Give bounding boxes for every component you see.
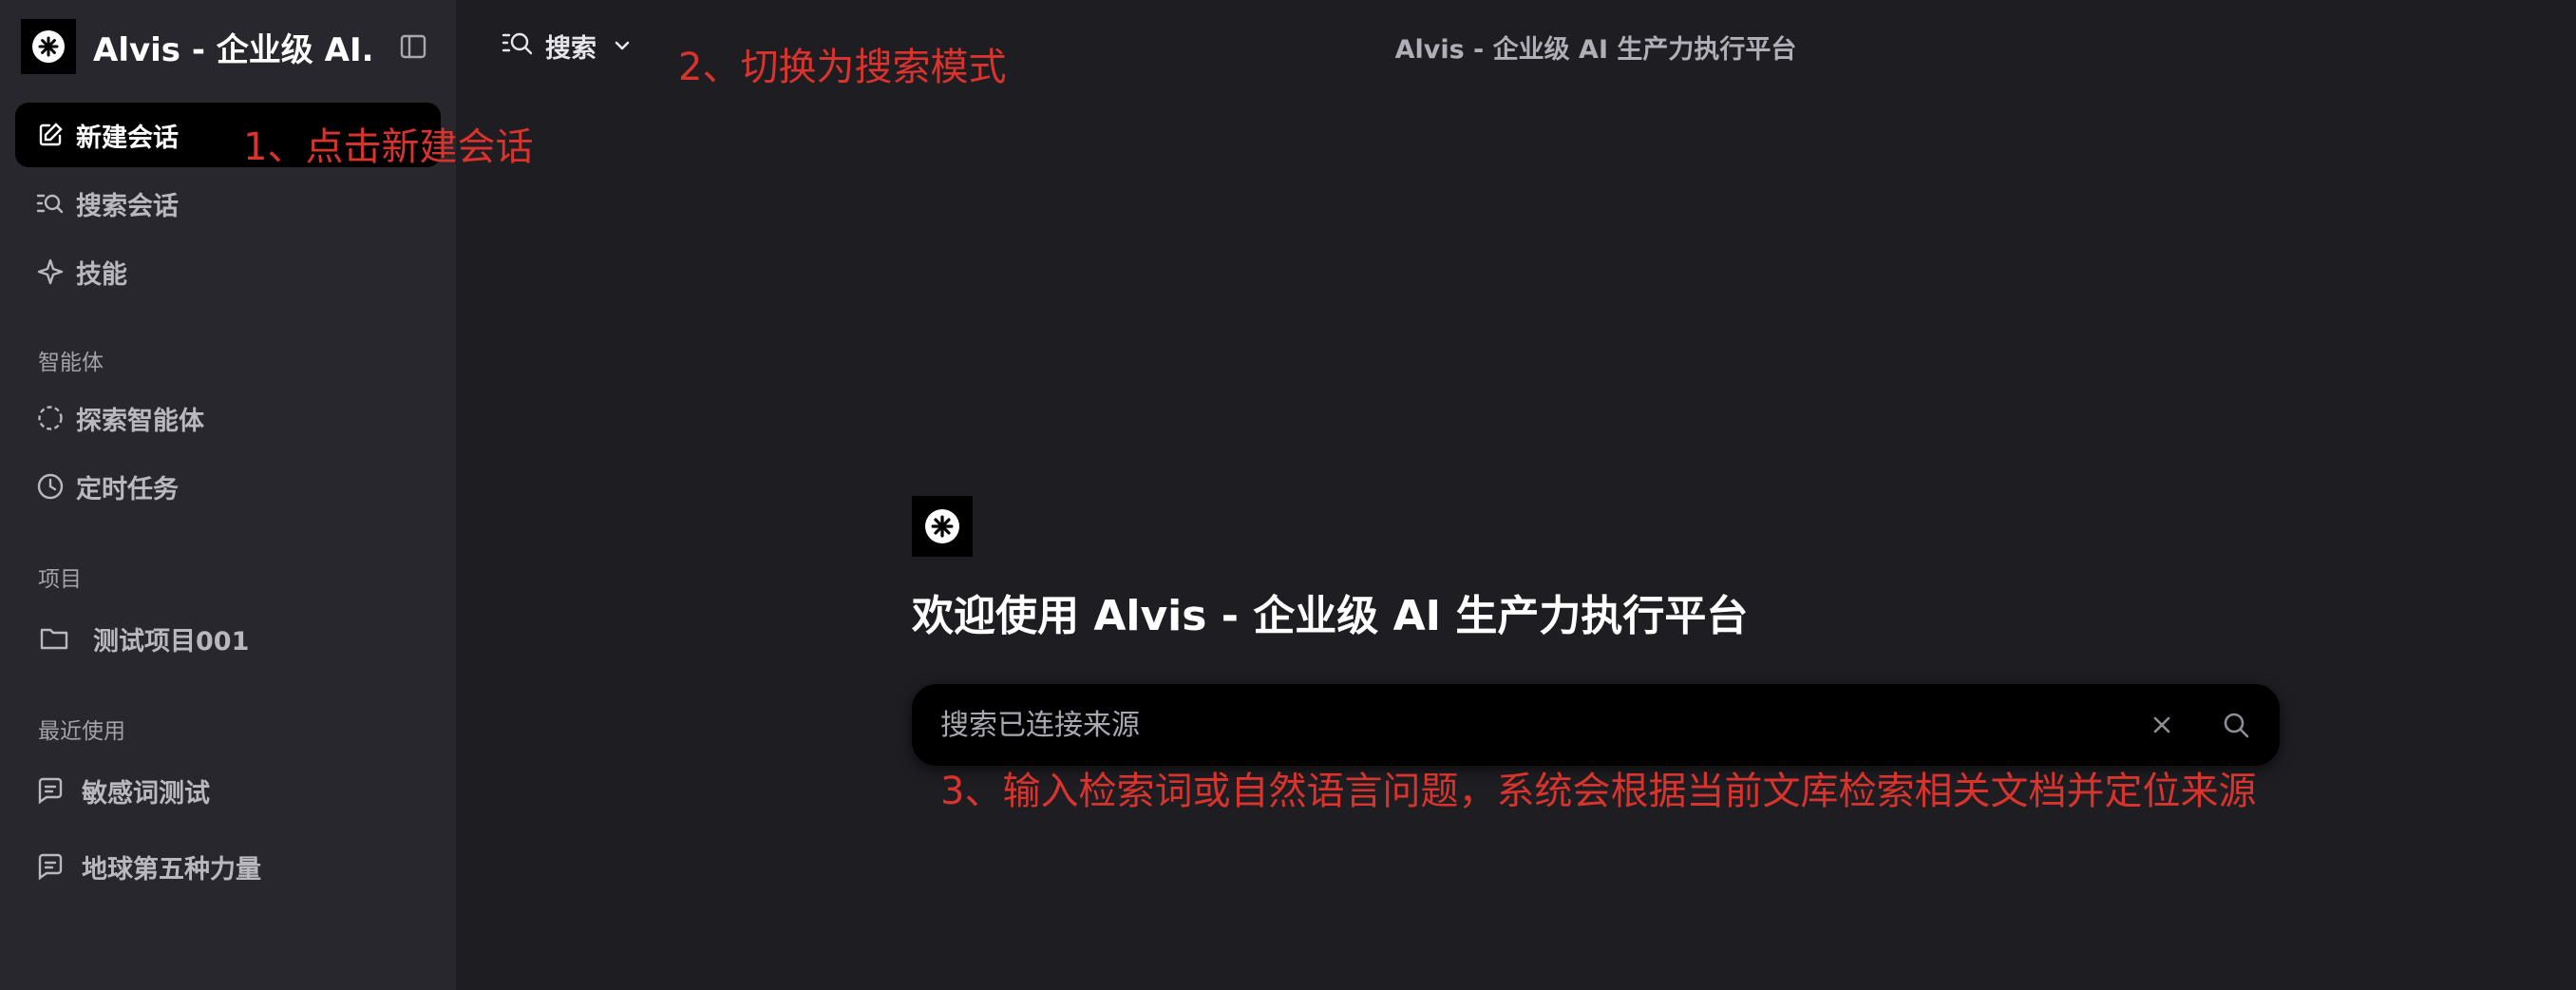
app-window: Alvis - 企业级 AI... 新建会话 搜索会话 技能 智能体 探索智能体… [0, 0, 2576, 990]
search-chats-label: 搜索会话 [76, 191, 179, 221]
recent-section-label: 最近使用 [38, 719, 125, 744]
page-title: Alvis - 企业级 AI 生产力执行平台 [1394, 35, 1797, 65]
agents-section-label: 智能体 [38, 351, 104, 375]
project-item[interactable]: 测试项目001 [15, 606, 441, 671]
search-input[interactable] [940, 708, 2141, 742]
project-item-label: 测试项目001 [93, 626, 250, 657]
annotation-step1: 1、点击新建会话 [243, 125, 534, 169]
list-search-icon [32, 185, 68, 221]
clear-icon[interactable] [2141, 704, 2183, 746]
search-submit-icon[interactable] [2215, 704, 2257, 746]
recent-chat-label: 地球第五种力量 [82, 854, 261, 885]
annotation-step2: 2、切换为搜索模式 [678, 46, 1007, 89]
new-chat-label: 新建会话 [76, 123, 179, 153]
explore-agents-button[interactable]: 探索智能体 [15, 386, 441, 450]
scheduled-tasks-label: 定时任务 [76, 474, 179, 505]
recent-chat-item[interactable]: 敏感词测试 [15, 758, 441, 823]
search-chats-button[interactable]: 搜索会话 [15, 171, 441, 236]
scheduled-tasks-button[interactable]: 定时任务 [15, 454, 441, 519]
mode-switch-dropdown[interactable]: 搜索 [502, 27, 631, 65]
chat-bubble-icon [32, 772, 68, 809]
app-logo-icon [21, 19, 76, 74]
search-box [912, 684, 2280, 766]
folder-icon [36, 620, 72, 657]
sidebar-toggle-icon[interactable] [397, 30, 429, 63]
app-title: Alvis - 企业级 AI... [93, 30, 376, 69]
recent-chat-label: 敏感词测试 [82, 778, 210, 809]
welcome-title: 欢迎使用 Alvis - 企业级 AI 生产力执行平台 [912, 592, 1749, 640]
skills-button[interactable]: 技能 [15, 239, 441, 304]
sparkle-icon [32, 254, 68, 290]
mode-label: 搜索 [545, 33, 597, 64]
chat-bubble-icon [32, 848, 68, 885]
clock-icon [32, 468, 68, 505]
list-search-icon [502, 29, 534, 64]
dashed-circle-icon [32, 400, 68, 436]
projects-section-label: 项目 [38, 567, 82, 592]
skills-label: 技能 [76, 259, 127, 290]
brand: Alvis - 企业级 AI... [21, 19, 439, 74]
welcome-logo-icon [912, 496, 973, 557]
edit-icon [32, 117, 68, 153]
recent-chat-item[interactable]: 地球第五种力量 [15, 834, 441, 899]
chevron-down-icon [614, 40, 631, 51]
annotation-step3: 3、输入检索词或自然语言问题，系统会根据当前文库检索相关文档并定位来源 [940, 770, 2257, 813]
explore-agents-label: 探索智能体 [76, 406, 204, 436]
